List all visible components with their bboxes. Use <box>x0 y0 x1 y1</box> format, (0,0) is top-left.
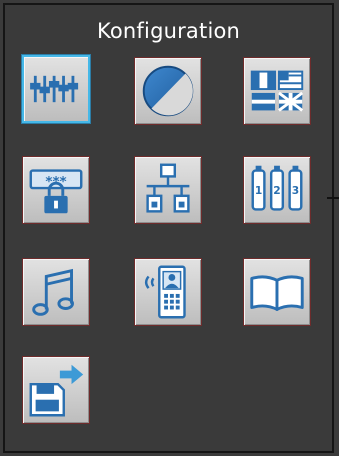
password-button[interactable]: *** <box>22 156 90 224</box>
open-book-icon <box>250 275 304 311</box>
page-title: Konfiguration <box>96 19 241 43</box>
device-label-2: 2 <box>273 184 280 197</box>
device-label-3: 3 <box>292 184 299 197</box>
language-flags-icon <box>250 70 304 112</box>
numbered-devices-icon: 1 2 3 <box>251 165 303 211</box>
display-contrast-button[interactable] <box>134 57 202 125</box>
intercom-doorstation-icon <box>144 265 186 319</box>
devices-button[interactable]: 1 2 3 <box>243 156 311 224</box>
save-button[interactable] <box>22 356 90 424</box>
network-topology-icon <box>146 163 190 213</box>
music-note-icon <box>32 268 74 316</box>
language-button[interactable] <box>243 57 311 125</box>
network-button[interactable] <box>134 156 202 224</box>
save-floppy-icon <box>29 364 84 417</box>
password-lock-icon: *** <box>29 169 83 214</box>
ringtone-button[interactable] <box>22 258 90 326</box>
intercom-button[interactable] <box>134 258 202 326</box>
display-contrast-icon <box>142 65 194 117</box>
equalizer-sliders-icon <box>30 75 79 103</box>
manual-button[interactable] <box>243 258 311 326</box>
device-label-1: 1 <box>255 184 262 197</box>
equalizer-button[interactable] <box>22 55 90 123</box>
connector-line <box>327 197 339 199</box>
